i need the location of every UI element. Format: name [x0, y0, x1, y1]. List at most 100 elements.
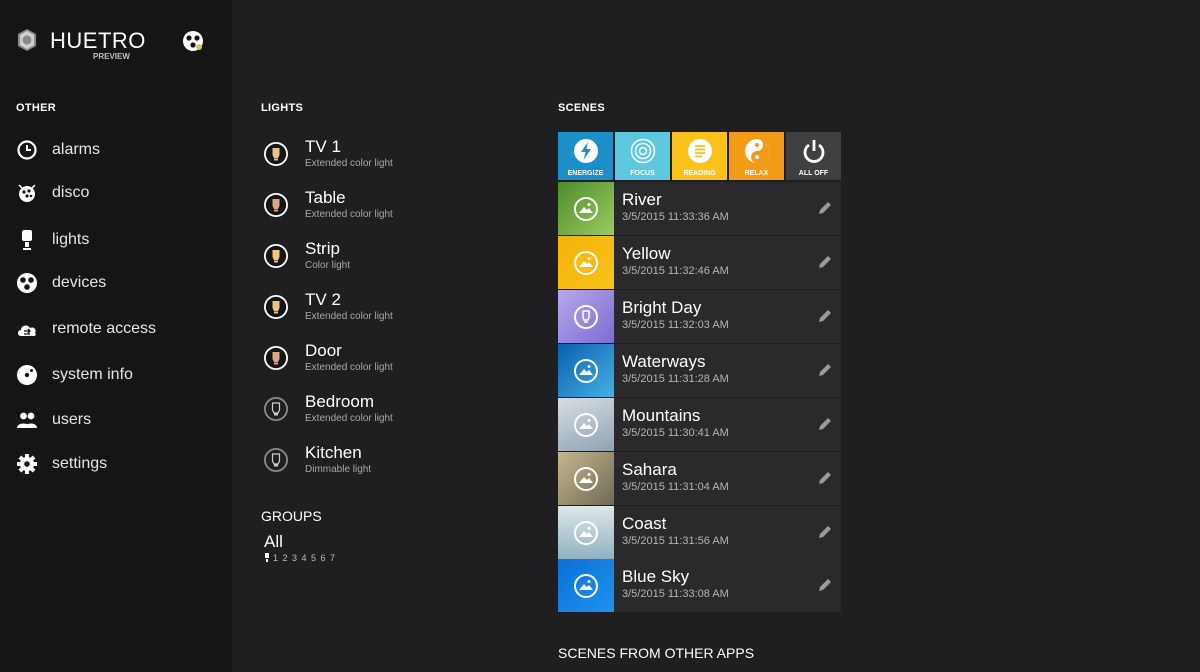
sidebar-item-lights[interactable]: lights: [16, 227, 226, 253]
group-name: All: [264, 532, 283, 551]
scene-item[interactable]: Bright Day 3/5/2015 11:32:03 AM: [558, 290, 841, 343]
scene-name: Sahara: [622, 460, 677, 479]
light-type: Extended color light: [305, 362, 393, 373]
light-type: Dimmable light: [305, 464, 372, 475]
scene-thumbnail: [558, 559, 614, 612]
scene-item[interactable]: Blue Sky 3/5/2015 11:33:08 AM: [558, 559, 841, 612]
quick-scene-label: ENERGIZE: [567, 170, 604, 177]
sidebar-item-label: settings: [52, 455, 108, 472]
sidebar-item-disco[interactable]: disco: [16, 180, 226, 206]
scene-thumbnail: [558, 290, 614, 343]
quick-scene-label: READING: [683, 170, 716, 177]
bulb-outline-icon: [574, 305, 598, 329]
relax-icon: [745, 139, 769, 163]
disco-ball-icon: [18, 184, 36, 202]
pencil-icon[interactable]: [817, 416, 833, 432]
sidebar: HUETRO PREVIEW OTHER alarms disco lights…: [0, 0, 232, 672]
gear-icon: [17, 454, 37, 474]
sidebar-item-label: alarms: [52, 141, 101, 158]
sidebar-item-users[interactable]: users: [16, 407, 226, 433]
scene-name: Yellow: [622, 244, 671, 263]
bulb-on-icon: [264, 142, 288, 166]
picture-icon: [574, 521, 598, 545]
light-type: Color light: [305, 260, 351, 271]
light-type: Extended color light: [305, 209, 393, 220]
sidebar-item-settings[interactable]: settings: [16, 451, 226, 477]
scene-name: River: [622, 190, 662, 209]
lamp-icon: [22, 230, 32, 250]
energize-icon: [574, 139, 598, 163]
quick-scene-label: RELAX: [744, 170, 769, 177]
light-item[interactable]: Door Extended color light: [261, 341, 481, 381]
lights-header: LIGHTS: [261, 102, 304, 114]
scene-item[interactable]: Sahara 3/5/2015 11:31:04 AM: [558, 452, 841, 505]
scene-time: 3/5/2015 11:31:04 AM: [622, 481, 729, 493]
scene-name: Bright Day: [622, 298, 702, 317]
pencil-icon[interactable]: [817, 308, 833, 324]
light-item[interactable]: Kitchen Dimmable light: [261, 443, 481, 483]
devices-icon: [17, 273, 37, 293]
app-subtitle: PREVIEW: [93, 52, 130, 61]
light-type: Extended color light: [305, 413, 393, 424]
scene-item[interactable]: Yellow 3/5/2015 11:32:46 AM: [558, 236, 841, 289]
quick-scene-relax[interactable]: RELAX: [729, 132, 784, 180]
light-type: Extended color light: [305, 158, 393, 169]
pencil-icon[interactable]: [817, 577, 833, 593]
light-name: Door: [305, 341, 342, 360]
picture-icon: [574, 197, 598, 221]
quick-scene-energize[interactable]: ENERGIZE: [558, 132, 613, 180]
scene-thumbnail: [558, 344, 614, 397]
light-item[interactable]: Bedroom Extended color light: [261, 392, 481, 432]
sidebar-item-devices[interactable]: devices: [16, 270, 226, 296]
quick-scene-reading[interactable]: READING: [672, 132, 727, 180]
bulb-on-icon: [264, 244, 288, 268]
pencil-icon[interactable]: [817, 524, 833, 540]
scene-time: 3/5/2015 11:30:41 AM: [622, 427, 729, 439]
sidebar-item-alarms[interactable]: alarms: [16, 137, 226, 163]
sidebar-item-label: lights: [52, 231, 90, 248]
quick-scene-all-off[interactable]: ALL OFF: [786, 132, 841, 180]
light-item[interactable]: Table Extended color light: [261, 188, 481, 228]
light-name: Table: [305, 188, 346, 207]
sidebar-item-remote-access[interactable]: remote access: [16, 316, 226, 342]
scene-thumbnail: [558, 182, 614, 235]
bulb-on-icon: [264, 346, 288, 370]
sidebar-header: OTHER: [16, 102, 56, 114]
pencil-icon[interactable]: [817, 470, 833, 486]
light-item[interactable]: TV 1 Extended color light: [261, 137, 481, 177]
scene-item[interactable]: Mountains 3/5/2015 11:30:41 AM: [558, 398, 841, 451]
sidebar-item-label: system info: [52, 366, 133, 383]
scene-time: 3/5/2015 11:33:08 AM: [622, 588, 729, 600]
light-name: TV 1: [305, 137, 341, 156]
light-name: Bedroom: [305, 392, 374, 411]
reading-icon: [688, 139, 712, 163]
scene-item[interactable]: Waterways 3/5/2015 11:31:28 AM: [558, 344, 841, 397]
scene-time: 3/5/2015 11:31:56 AM: [622, 535, 729, 547]
scene-thumbnail: [558, 398, 614, 451]
scene-name: Mountains: [622, 406, 701, 425]
bulb-logo-icon: [18, 29, 36, 51]
app-title: HUETRO: [50, 28, 146, 53]
power-icon: [803, 140, 825, 163]
scene-time: 3/5/2015 11:31:28 AM: [622, 373, 729, 385]
focus-icon: [630, 138, 656, 164]
quick-scene-focus[interactable]: FOCUS: [615, 132, 670, 180]
picture-icon: [574, 251, 598, 275]
pencil-icon[interactable]: [817, 254, 833, 270]
scene-time: 3/5/2015 11:33:36 AM: [622, 211, 729, 223]
sidebar-item-label: remote access: [52, 320, 157, 337]
light-item[interactable]: TV 2 Extended color light: [261, 290, 481, 330]
bridge-disc-icon[interactable]: [182, 30, 204, 52]
scene-name: Waterways: [622, 352, 706, 371]
small-lamp-icon: [265, 553, 269, 562]
group-item-all[interactable]: All 1 2 3 4 5 6 7: [261, 530, 381, 566]
scene-item[interactable]: Coast 3/5/2015 11:31:56 AM: [558, 506, 841, 559]
users-icon: [17, 412, 37, 428]
cloud-sync-icon: [18, 325, 36, 336]
light-item[interactable]: Strip Color light: [261, 239, 481, 279]
pencil-icon[interactable]: [817, 362, 833, 378]
sidebar-item-system-info[interactable]: system info: [16, 362, 226, 388]
scene-item[interactable]: River 3/5/2015 11:33:36 AM: [558, 182, 841, 235]
pencil-icon[interactable]: [817, 200, 833, 216]
picture-icon: [574, 413, 598, 437]
